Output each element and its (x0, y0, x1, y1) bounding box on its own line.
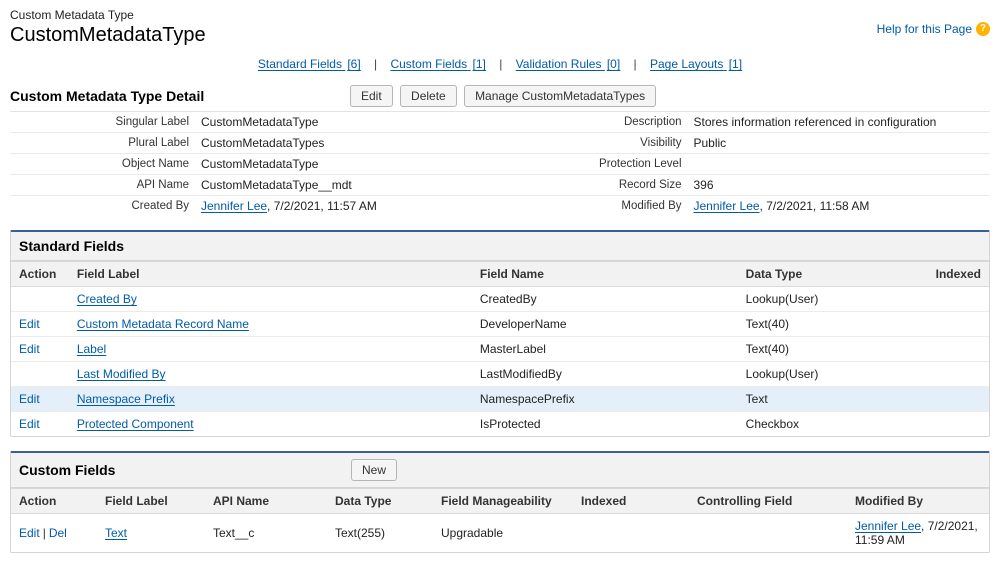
indexed (573, 514, 689, 553)
edit-link[interactable]: Edit (19, 526, 40, 540)
table-row: Created By CreatedByLookup(User) (11, 287, 989, 312)
value-record-size: 396 (688, 175, 991, 195)
table-row: Edit Namespace Prefix NamespacePrefixText (11, 387, 989, 412)
col-field-mgmt: Field Manageability (433, 489, 573, 514)
col-modified-by: Modified By (847, 489, 989, 514)
label-api-name: API Name (10, 175, 195, 195)
label-created-by: Created By (10, 196, 195, 216)
data-type: Lookup(User) (738, 362, 928, 387)
field-label-link[interactable]: Namespace Prefix (77, 392, 175, 406)
data-type: Text(255) (327, 514, 433, 553)
data-type: Text (738, 387, 928, 412)
col-indexed: Indexed (573, 489, 689, 514)
col-indexed: Indexed (928, 262, 989, 287)
value-plural: CustomMetadataTypes (195, 133, 498, 153)
edit-link[interactable]: Edit (19, 317, 40, 331)
field-name: DeveloperName (472, 312, 738, 337)
label-plural: Plural Label (10, 133, 195, 153)
delete-button[interactable]: Delete (400, 85, 457, 107)
label-visibility: Visibility (498, 133, 688, 153)
value-modified-by: Jennifer Lee, 7/2/2021, 11:58 AM (688, 196, 991, 216)
custom-fields-table: Action Field Label API Name Data Type Fi… (11, 488, 989, 552)
help-link[interactable]: Help for this Page ? (877, 10, 990, 47)
label-object-name: Object Name (10, 154, 195, 174)
field-name: CreatedBy (472, 287, 738, 312)
field-name: LastModifiedBy (472, 362, 738, 387)
edit-link[interactable]: Edit (19, 342, 40, 356)
value-description: Stores information referenced in configu… (688, 112, 991, 132)
value-api-name: CustomMetadataType__mdt (195, 175, 498, 195)
edit-link[interactable]: Edit (19, 392, 40, 406)
data-type: Text(40) (738, 337, 928, 362)
anchor-page-layouts[interactable]: Page Layouts [1] (650, 57, 742, 71)
help-text: Help for this Page (877, 22, 972, 36)
value-protection (688, 154, 991, 174)
edit-link[interactable]: Edit (19, 417, 40, 431)
col-action: Action (11, 489, 97, 514)
table-row: Edit|DelTextText__cText(255)UpgradableJe… (11, 514, 989, 553)
field-label-link[interactable]: Protected Component (77, 417, 194, 431)
field-label-link[interactable]: Custom Metadata Record Name (77, 317, 249, 331)
field-label-link[interactable]: Last Modified By (77, 367, 166, 381)
value-singular: CustomMetadataType (195, 112, 498, 132)
del-link[interactable]: Del (49, 526, 67, 540)
anchor-standard-fields[interactable]: Standard Fields [6] (258, 57, 361, 71)
page-title: CustomMetadataType (10, 24, 206, 47)
value-created-by: Jennifer Lee, 7/2/2021, 11:57 AM (195, 196, 498, 216)
field-label-link[interactable]: Created By (77, 292, 137, 306)
detail-section-title: Custom Metadata Type Detail (10, 88, 350, 104)
modified-by-link[interactable]: Jennifer Lee (855, 519, 921, 533)
modified-by-link[interactable]: Jennifer Lee (694, 199, 760, 213)
col-field-label: Field Label (69, 262, 472, 287)
table-row: Edit Custom Metadata Record Name Developer… (11, 312, 989, 337)
data-type: Lookup(User) (738, 287, 928, 312)
controlling (689, 514, 847, 553)
table-row: Edit Protected Component IsProtectedCheckb… (11, 412, 989, 437)
standard-fields-title: Standard Fields (19, 238, 351, 254)
field-name: NamespacePrefix (472, 387, 738, 412)
anchor-validation-rules[interactable]: Validation Rules [0] (516, 57, 621, 71)
standard-fields-table: Action Field Label Field Name Data Type … (11, 261, 989, 436)
page-pretitle: Custom Metadata Type (10, 8, 206, 22)
detail-block: Singular Label CustomMetadataType Descri… (10, 111, 990, 216)
edit-button[interactable]: Edit (350, 85, 393, 107)
label-record-size: Record Size (498, 175, 688, 195)
label-protection: Protection Level (498, 154, 688, 174)
field-name: MasterLabel (472, 337, 738, 362)
api-name: Text__c (205, 514, 327, 553)
label-modified-by: Modified By (498, 196, 688, 216)
anchor-links: Standard Fields [6] | Custom Fields [1] … (10, 57, 990, 71)
standard-fields-block: Standard Fields Action Field Label Field… (10, 230, 990, 437)
table-row: Edit Label MasterLabelText(40) (11, 337, 989, 362)
manage-button[interactable]: Manage CustomMetadataTypes (464, 85, 656, 107)
field-label-link[interactable]: Text (105, 526, 127, 540)
modified-by: Jennifer Lee, 7/2/2021, 11:59 AM (847, 514, 989, 553)
col-controlling: Controlling Field (689, 489, 847, 514)
custom-fields-block: Custom Fields New Action Field Label API… (10, 451, 990, 553)
field-name: IsProtected (472, 412, 738, 437)
col-action: Action (11, 262, 69, 287)
anchor-custom-fields[interactable]: Custom Fields [1] (390, 57, 485, 71)
col-data-type: Data Type (327, 489, 433, 514)
help-icon: ? (976, 22, 990, 36)
created-by-link[interactable]: Jennifer Lee (201, 199, 267, 213)
label-singular: Singular Label (10, 112, 195, 132)
col-data-type: Data Type (738, 262, 928, 287)
field-mgmt: Upgradable (433, 514, 573, 553)
new-field-button[interactable]: New (351, 459, 397, 481)
field-label-link[interactable]: Label (77, 342, 106, 356)
col-field-name: Field Name (472, 262, 738, 287)
col-api-name: API Name (205, 489, 327, 514)
table-row: Last Modified By LastModifiedByLookup(Use… (11, 362, 989, 387)
col-field-label: Field Label (97, 489, 205, 514)
data-type: Text(40) (738, 312, 928, 337)
value-object-name: CustomMetadataType (195, 154, 498, 174)
value-visibility: Public (688, 133, 991, 153)
label-description: Description (498, 112, 688, 132)
custom-fields-title: Custom Fields (19, 462, 351, 478)
data-type: Checkbox (738, 412, 928, 437)
